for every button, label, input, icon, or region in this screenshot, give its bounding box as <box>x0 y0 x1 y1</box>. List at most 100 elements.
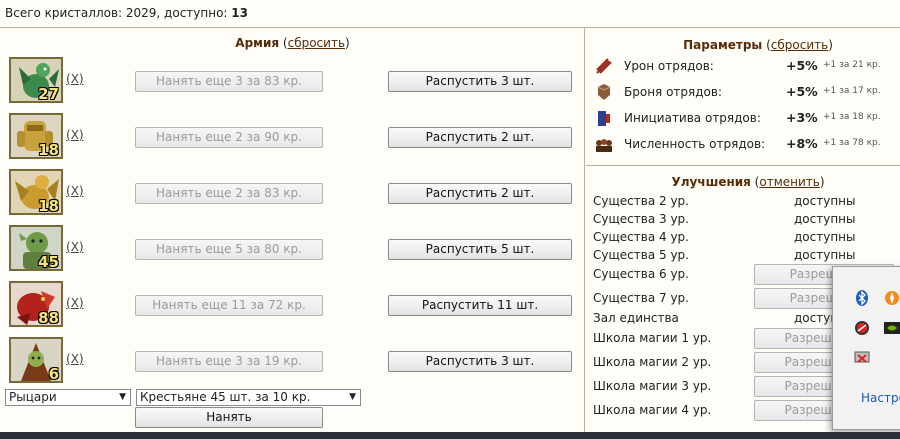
tray-settings-link[interactable]: Настро <box>861 391 900 405</box>
system-tray-popup: Настро <box>832 266 900 430</box>
bluetooth-icon[interactable] <box>853 289 871 307</box>
troop-count-icon <box>596 139 612 152</box>
dismiss-button[interactable]: Распустить 3 шт. <box>388 71 572 92</box>
upgrade-label: Школа магии 2 ур. <box>593 355 712 369</box>
params-reset-link[interactable]: сбросить <box>771 38 828 52</box>
upgrade-label: Школа магии 3 ур. <box>593 379 712 393</box>
initiative-icon <box>598 111 610 126</box>
army-reset-link[interactable]: сбросить <box>288 36 345 50</box>
unit-count: 18 <box>38 197 59 215</box>
param-value: +5% <box>786 58 818 73</box>
crystal-summary: Всего кристаллов: 2029, доступно: 13 <box>5 6 248 20</box>
red-circle-app-icon[interactable] <box>853 319 871 337</box>
upgrade-status: доступны <box>794 212 856 226</box>
hire-more-button[interactable]: Нанять еще 5 за 80 кр. <box>135 239 323 260</box>
upgrades-header: Улучшения (отменить) <box>671 175 825 189</box>
unit-remove-link[interactable]: (X) <box>66 184 84 198</box>
unit-remove-label: X <box>70 128 79 142</box>
crystal-summary-text: Всего кристаллов: 2029, доступно: <box>5 6 232 20</box>
damage-icon <box>596 58 612 74</box>
orc-icon[interactable]: 45 <box>9 225 63 271</box>
goblin-shaman-icon[interactable]: 6 <box>9 337 63 383</box>
param-cost-note: +1 за 18 кр. <box>823 112 881 122</box>
unit-remove-link[interactable]: (X) <box>66 128 84 142</box>
param-label: Инициатива отрядов: <box>624 111 761 125</box>
taskbar <box>0 432 900 439</box>
params-title: Параметры <box>683 38 763 52</box>
green-dragon-icon[interactable]: 27 <box>9 57 63 103</box>
upgrades-cancel-link[interactable]: отменить <box>759 175 819 189</box>
param-row[interactable]: Инициатива отрядов: +3% +1 за 18 кр. <box>586 108 900 128</box>
upgrade-label: Школа магии 1 ур. <box>593 331 712 345</box>
hire-more-button[interactable]: Нанять еще 2 за 83 кр. <box>135 183 323 204</box>
param-label: Броня отрядов: <box>624 85 722 99</box>
unit-remove-link[interactable]: (X) <box>66 72 84 86</box>
hire-more-button[interactable]: Нанять еще 11 за 72 кр. <box>135 295 323 316</box>
param-value: +5% <box>786 84 818 99</box>
unit-row: 18 (X) Нанять еще 2 за 90 кр. Распустить… <box>0 113 585 163</box>
unit-count: 45 <box>38 253 59 271</box>
upgrade-label: Существа 6 ур. <box>593 267 689 281</box>
chevron-down-icon: ▼ <box>119 392 126 402</box>
dismiss-button[interactable]: Распустить 2 шт. <box>388 127 572 148</box>
upgrade-label: Существа 2 ур. <box>593 194 689 208</box>
avast-icon[interactable] <box>883 289 900 307</box>
param-value: +8% <box>786 136 818 151</box>
dismiss-button[interactable]: Распустить 3 шт. <box>388 351 572 372</box>
unit-row: 6 (X) Нанять еще 3 за 19 кр. Распустить … <box>0 337 585 387</box>
upgrade-status: доступны <box>794 194 856 208</box>
army-header: Армия (сбросить) <box>235 36 350 50</box>
gold-golem-icon[interactable]: 18 <box>9 113 63 159</box>
param-value: +3% <box>786 110 818 125</box>
faction-select[interactable]: Рыцари ▼ <box>5 389 131 406</box>
unit-select[interactable]: Крестьяне 45 шт. за 10 кр. ▼ <box>136 389 361 406</box>
hire-button[interactable]: Нанять <box>135 407 323 428</box>
unit-remove-label: X <box>70 352 79 366</box>
param-cost-note: +1 за 17 кр. <box>823 86 881 96</box>
unit-row: 18 (X) Нанять еще 2 за 83 кр. Распустить… <box>0 169 585 219</box>
unit-count: 6 <box>48 365 59 383</box>
unit-remove-link[interactable]: (X) <box>66 352 84 366</box>
upgrade-row: Существа 4 ур. доступны <box>586 228 900 248</box>
upgrade-label: Существа 7 ур. <box>593 291 689 305</box>
hire-more-button[interactable]: Нанять еще 3 за 83 кр. <box>135 71 323 92</box>
army-title: Армия <box>235 36 280 50</box>
upgrade-label: Существа 5 ур. <box>593 248 689 262</box>
crystal-available-count: 13 <box>231 6 248 20</box>
unit-remove-label: X <box>70 240 79 254</box>
param-cost-note: +1 за 21 кр. <box>823 60 881 70</box>
params-panel: Параметры (сбросить) Урон отрядов: +5% +… <box>586 28 900 166</box>
unit-remove-link[interactable]: (X) <box>66 240 84 254</box>
upgrade-status: доступны <box>794 230 856 244</box>
red-hound-icon[interactable]: 88 <box>9 281 63 327</box>
unit-row: 27 (X) Нанять еще 3 за 83 кр. Распустить… <box>0 57 585 107</box>
upgrade-label: Школа магии 4 ур. <box>593 403 712 417</box>
unit-count: 18 <box>38 141 59 159</box>
upgrade-status: доступны <box>794 248 856 262</box>
dismiss-button[interactable]: Распустить 5 шт. <box>388 239 572 260</box>
unit-remove-label: X <box>70 296 79 310</box>
param-row[interactable]: Урон отрядов: +5% +1 за 21 кр. <box>586 56 900 76</box>
param-row[interactable]: Броня отрядов: +5% +1 за 17 кр. <box>586 82 900 102</box>
upgrades-title: Улучшения <box>671 175 751 189</box>
unit-remove-label: X <box>70 184 79 198</box>
network-warning-icon[interactable] <box>853 349 871 367</box>
nvidia-icon[interactable] <box>883 319 900 337</box>
hire-more-button[interactable]: Нанять еще 2 за 90 кр. <box>135 127 323 148</box>
unit-count: 88 <box>38 309 59 327</box>
unit-remove-link[interactable]: (X) <box>66 296 84 310</box>
upgrade-row: Существа 5 ур. доступны <box>586 246 900 266</box>
army-panel: Армия (сбросить) 27 (X) Нанять еще 3 за … <box>0 27 585 437</box>
param-label: Урон отрядов: <box>624 59 714 73</box>
gold-dragon-icon[interactable]: 18 <box>9 169 63 215</box>
param-row[interactable]: Численность отрядов: +8% +1 за 78 кр. <box>586 134 900 154</box>
unit-row: 45 (X) Нанять еще 5 за 80 кр. Распустить… <box>0 225 585 275</box>
unit-select-value: Крестьяне 45 шт. за 10 кр. <box>140 390 311 404</box>
upgrade-label: Существа 3 ур. <box>593 212 689 226</box>
upgrade-label: Зал единства <box>593 311 679 325</box>
dismiss-button[interactable]: Распустить 11 шт. <box>388 295 572 316</box>
hire-more-button[interactable]: Нанять еще 3 за 19 кр. <box>135 351 323 372</box>
params-header: Параметры (сбросить) <box>683 38 833 52</box>
chevron-down-icon: ▼ <box>349 392 356 402</box>
dismiss-button[interactable]: Распустить 2 шт. <box>388 183 572 204</box>
